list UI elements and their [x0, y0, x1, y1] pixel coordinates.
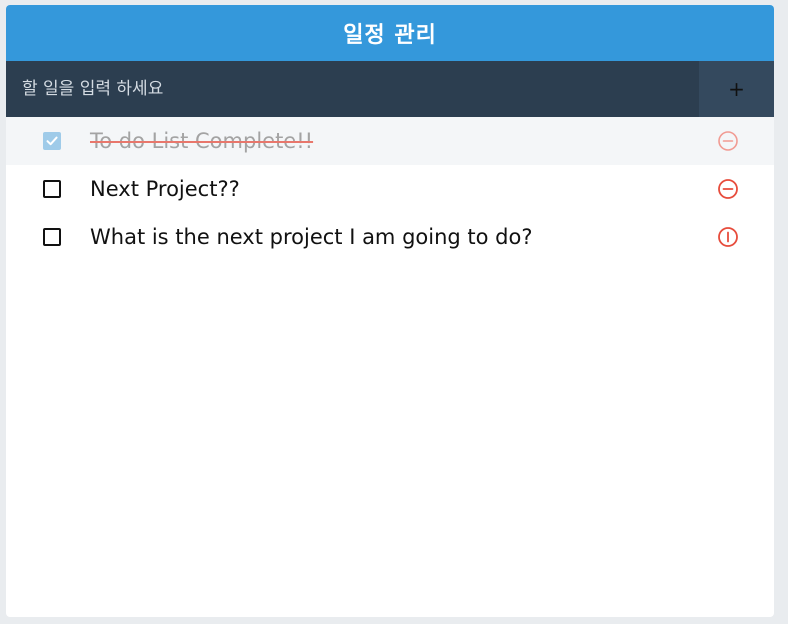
todo-text: What is the next project I am going to d…: [90, 225, 533, 249]
todo-app: 일정 관리 + To do List Complete!! Next Proje…: [6, 5, 774, 617]
minus-circle-icon: [718, 179, 738, 199]
remove-todo-button[interactable]: [717, 178, 739, 200]
checkbox-empty-icon[interactable]: [43, 180, 61, 198]
todo-input[interactable]: [6, 61, 699, 117]
todo-item: To do List Complete!!: [6, 117, 774, 165]
remove-todo-button[interactable]: [717, 226, 739, 248]
app-title-bar: 일정 관리: [6, 5, 774, 61]
checkbox-checked-icon[interactable]: [43, 132, 61, 150]
checkbox-empty-icon[interactable]: [43, 228, 61, 246]
minus-circle-icon: [718, 131, 738, 151]
todo-list: To do List Complete!! Next Project?? Wha…: [6, 117, 774, 261]
remove-todo-button[interactable]: [717, 130, 739, 152]
todo-insert-form: +: [6, 61, 774, 117]
todo-text: Next Project??: [90, 177, 240, 201]
plus-icon: +: [728, 77, 745, 101]
minus-circle-icon: [718, 227, 738, 247]
add-todo-button[interactable]: +: [699, 61, 774, 117]
app-title: 일정 관리: [343, 23, 437, 48]
todo-item: What is the next project I am going to d…: [6, 213, 774, 261]
todo-item: Next Project??: [6, 165, 774, 213]
todo-text: To do List Complete!!: [90, 129, 314, 153]
